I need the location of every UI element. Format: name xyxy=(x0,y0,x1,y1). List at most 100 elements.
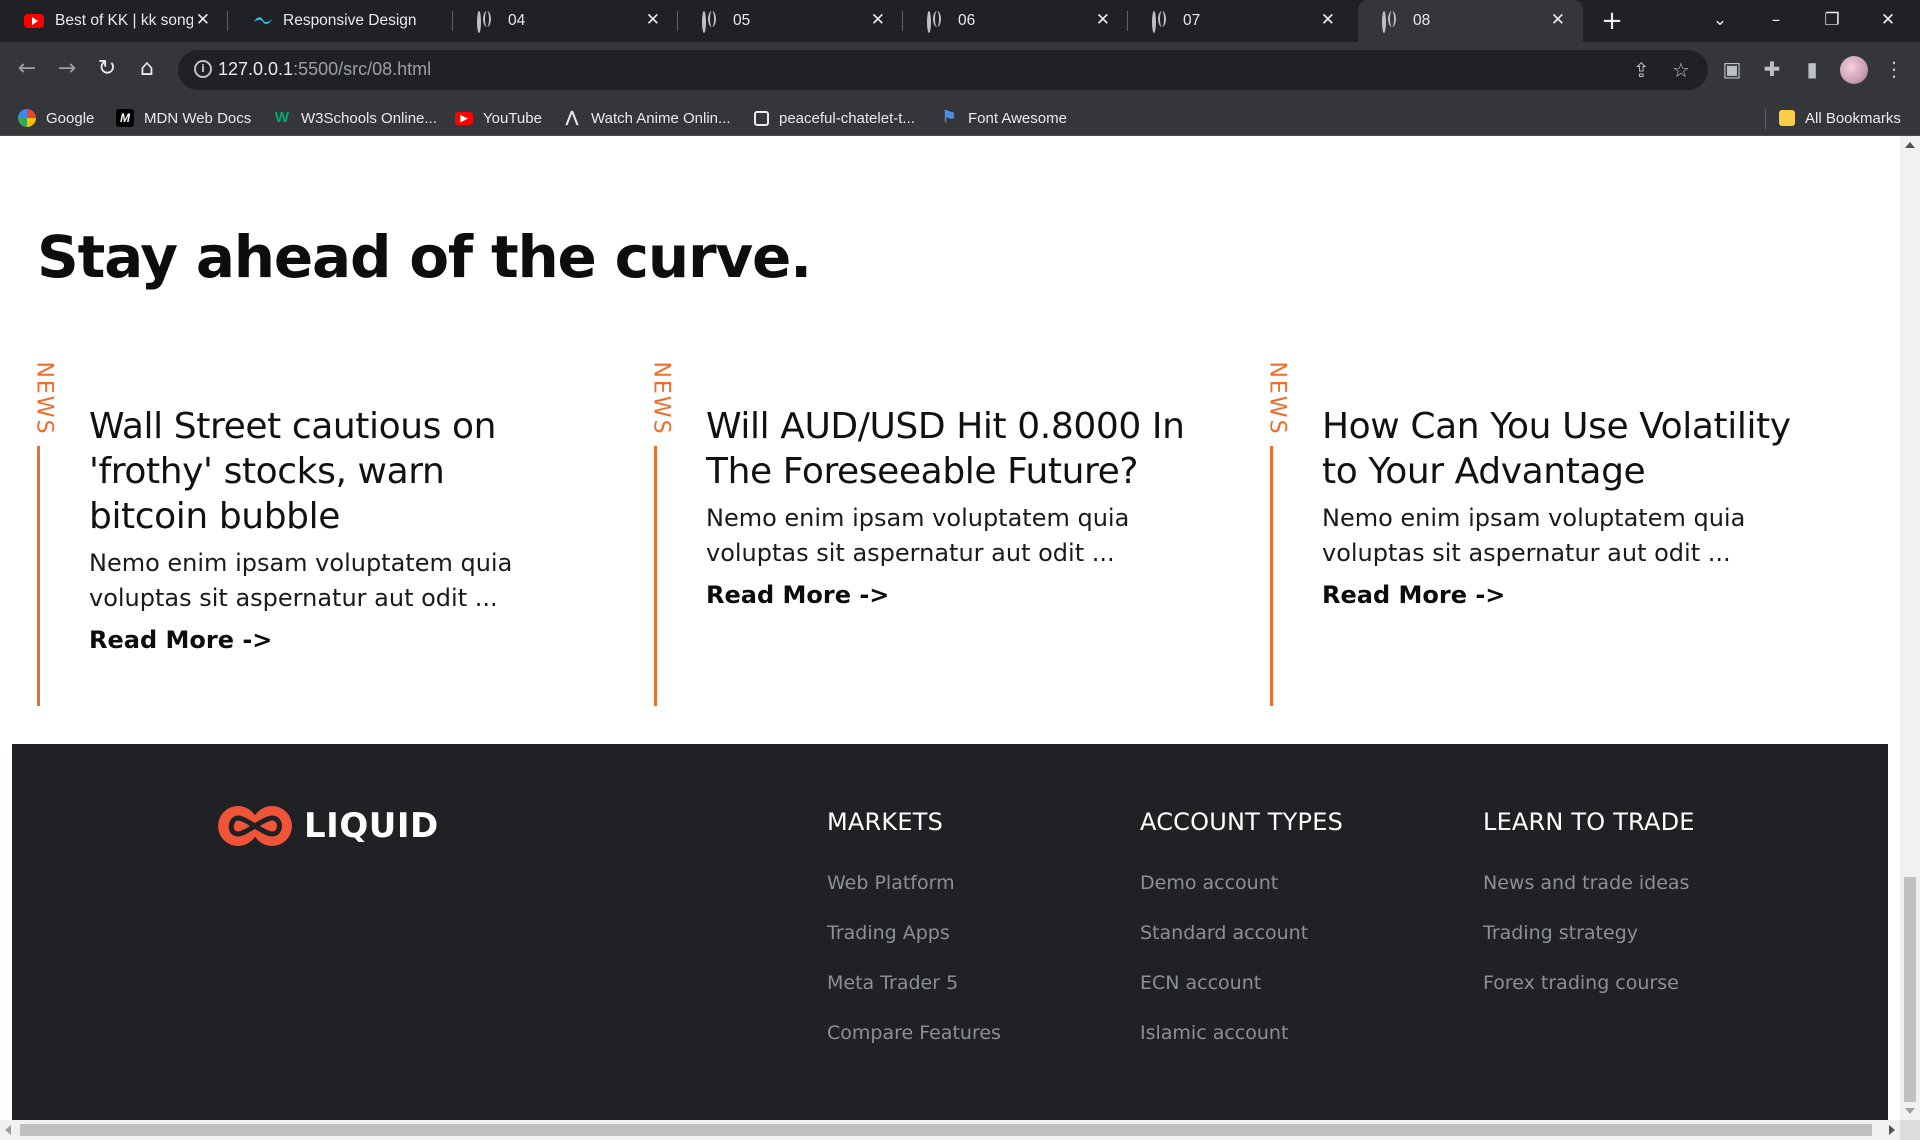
footer-link[interactable]: ECN account xyxy=(1140,972,1343,1022)
tab-06[interactable]: 06 ✕ xyxy=(903,0,1128,42)
restore-button[interactable]: ❐ xyxy=(1809,4,1855,36)
tab-title: 05 xyxy=(733,12,751,29)
bookmark-w3schools[interactable]: W W3Schools Online... xyxy=(273,108,437,128)
brand-logo[interactable]: LIQUID xyxy=(216,804,439,848)
bookmark-font-awesome[interactable]: ⚑ Font Awesome xyxy=(940,108,1067,128)
forward-button[interactable]: → xyxy=(52,54,82,84)
tab-05[interactable]: 05 ✕ xyxy=(678,0,903,42)
footer-link[interactable]: Meta Trader 5 xyxy=(827,972,1001,1022)
read-more-link[interactable]: Read More -> xyxy=(89,626,272,654)
news-card: NEWS Will AUD/USD Hit 0.8000 In The Fore… xyxy=(617,360,1187,706)
new-tab-button[interactable]: + xyxy=(1596,6,1628,38)
mdn-icon: M xyxy=(116,109,134,127)
anime-icon: ⋀ xyxy=(565,109,579,126)
news-excerpt: Nemo enim ipsam voluptatem quia voluptas… xyxy=(1322,504,1746,567)
news-tag: NEWS xyxy=(648,361,674,436)
youtube-icon xyxy=(24,14,44,28)
footer-heading: MARKETS xyxy=(827,808,943,836)
bookmark-google[interactable]: Google xyxy=(18,108,94,128)
read-more-link[interactable]: Read More -> xyxy=(706,581,889,609)
globe-icon xyxy=(1152,11,1170,33)
footer-link[interactable]: News and trade ideas xyxy=(1483,872,1695,922)
footer-link[interactable]: Islamic account xyxy=(1140,1022,1343,1072)
news-excerpt: Nemo enim ipsam voluptatem quia voluptas… xyxy=(706,504,1130,567)
flag-icon: ⚑ xyxy=(941,109,957,126)
scroll-left-icon[interactable] xyxy=(5,1125,11,1135)
tab-title: Best of KK | kk songs xyxy=(55,12,193,29)
read-more-link[interactable]: Read More -> xyxy=(1322,581,1505,609)
profile-avatar[interactable] xyxy=(1840,56,1868,84)
scrollbar-corner xyxy=(1900,1120,1920,1140)
bookmark-anime[interactable]: ⋀ Watch Anime Onlin... xyxy=(563,108,731,128)
extension-icon[interactable]: ▣ xyxy=(1718,55,1746,83)
footer-link[interactable]: Trading strategy xyxy=(1483,922,1695,972)
bookmark-label: Font Awesome xyxy=(968,109,1067,127)
footer-link[interactable]: Web Platform xyxy=(827,872,1001,922)
scrollbar-thumb[interactable] xyxy=(1904,877,1916,1102)
tab-title: Responsive Design - xyxy=(283,12,421,29)
page-icon xyxy=(754,110,769,126)
scrollbar-thumb[interactable] xyxy=(20,1124,1872,1136)
side-panel-icon[interactable]: ▮ xyxy=(1798,55,1826,83)
close-icon[interactable]: ✕ xyxy=(871,10,885,30)
tab-08[interactable]: 08 ✕ xyxy=(1358,0,1583,42)
news-tag: NEWS xyxy=(31,361,57,436)
bookmark-youtube[interactable]: ▶ YouTube xyxy=(455,108,542,128)
globe-icon xyxy=(477,11,495,33)
scroll-up-icon[interactable] xyxy=(1905,142,1915,148)
tab-07[interactable]: 07 ✕ xyxy=(1128,0,1353,42)
news-title[interactable]: Will AUD/USD Hit 0.8000 In The Foreseeab… xyxy=(706,404,1186,494)
tab-youtube[interactable]: Best of KK | kk songs ✕ xyxy=(0,0,228,42)
close-icon[interactable]: ✕ xyxy=(646,10,660,30)
url-text[interactable]: 127.0.0.1:5500/src/08.html xyxy=(218,59,431,80)
tab-04[interactable]: 04 ✕ xyxy=(453,0,678,42)
close-icon[interactable]: ✕ xyxy=(1321,10,1335,30)
google-icon xyxy=(18,109,36,127)
news-title[interactable]: How Can You Use Volatility to Your Advan… xyxy=(1322,404,1802,494)
close-icon[interactable]: ✕ xyxy=(1096,10,1110,30)
back-button[interactable]: ← xyxy=(12,54,42,84)
all-bookmarks[interactable]: All Bookmarks xyxy=(1779,108,1901,128)
footer-link[interactable]: Standard account xyxy=(1140,922,1343,972)
tab-title: 06 xyxy=(958,12,976,29)
bookmark-mdn[interactable]: M MDN Web Docs xyxy=(116,108,251,128)
minimize-button[interactable]: – xyxy=(1753,4,1799,36)
menu-icon[interactable]: ⋮ xyxy=(1880,55,1908,83)
footer-link[interactable]: Demo account xyxy=(1140,872,1343,922)
bookmark-label: W3Schools Online... xyxy=(301,109,437,127)
close-icon[interactable]: ✕ xyxy=(1551,10,1565,30)
page-headline: Stay ahead of the curve. xyxy=(37,223,812,291)
home-button[interactable]: ⌂ xyxy=(132,54,162,84)
accent-bar xyxy=(654,446,657,706)
globe-icon xyxy=(702,11,720,33)
infinity-logo-icon xyxy=(216,804,294,848)
footer-link[interactable]: Trading Apps xyxy=(827,922,1001,972)
news-title[interactable]: Wall Street cautious on 'frothy' stocks,… xyxy=(89,404,569,539)
puzzle-icon[interactable]: ✚ xyxy=(1758,55,1786,83)
tab-responsive-design[interactable]: Responsive Design - xyxy=(228,0,453,42)
site-info-icon[interactable]: i xyxy=(194,60,212,78)
footer-heading: LEARN TO TRADE xyxy=(1483,808,1695,836)
star-icon[interactable]: ☆ xyxy=(1672,58,1690,82)
bookmark-peaceful-chatelet[interactable]: peaceful-chatelet-t... xyxy=(754,108,915,128)
accent-bar xyxy=(1270,446,1273,706)
globe-icon xyxy=(927,11,945,33)
reload-button[interactable]: ↻ xyxy=(92,54,122,84)
scroll-right-icon[interactable] xyxy=(1889,1125,1895,1135)
scroll-down-icon[interactable] xyxy=(1905,1108,1915,1114)
bookmarks-bar: Google M MDN Web Docs W W3Schools Online… xyxy=(0,99,1920,136)
horizontal-scrollbar[interactable] xyxy=(0,1120,1900,1140)
close-window-button[interactable]: ✕ xyxy=(1865,4,1911,36)
tab-title: 07 xyxy=(1183,12,1201,29)
footer-link[interactable]: Compare Features xyxy=(827,1022,1001,1072)
close-icon[interactable]: ✕ xyxy=(196,10,210,30)
bookmarks-separator xyxy=(1765,109,1766,129)
address-bar[interactable]: i 127.0.0.1:5500/src/08.html ⇪ ☆ xyxy=(178,50,1708,90)
footer-link[interactable]: Forex trading course xyxy=(1483,972,1695,1022)
tab-title: 04 xyxy=(508,12,526,29)
tab-search-button[interactable]: ⌄ xyxy=(1697,4,1743,36)
tab-title: 08 xyxy=(1413,12,1431,29)
page-viewport: Stay ahead of the curve. NEWS Wall Stree… xyxy=(0,136,1900,1120)
share-icon[interactable]: ⇪ xyxy=(1633,58,1650,82)
vertical-scrollbar[interactable] xyxy=(1900,136,1920,1120)
